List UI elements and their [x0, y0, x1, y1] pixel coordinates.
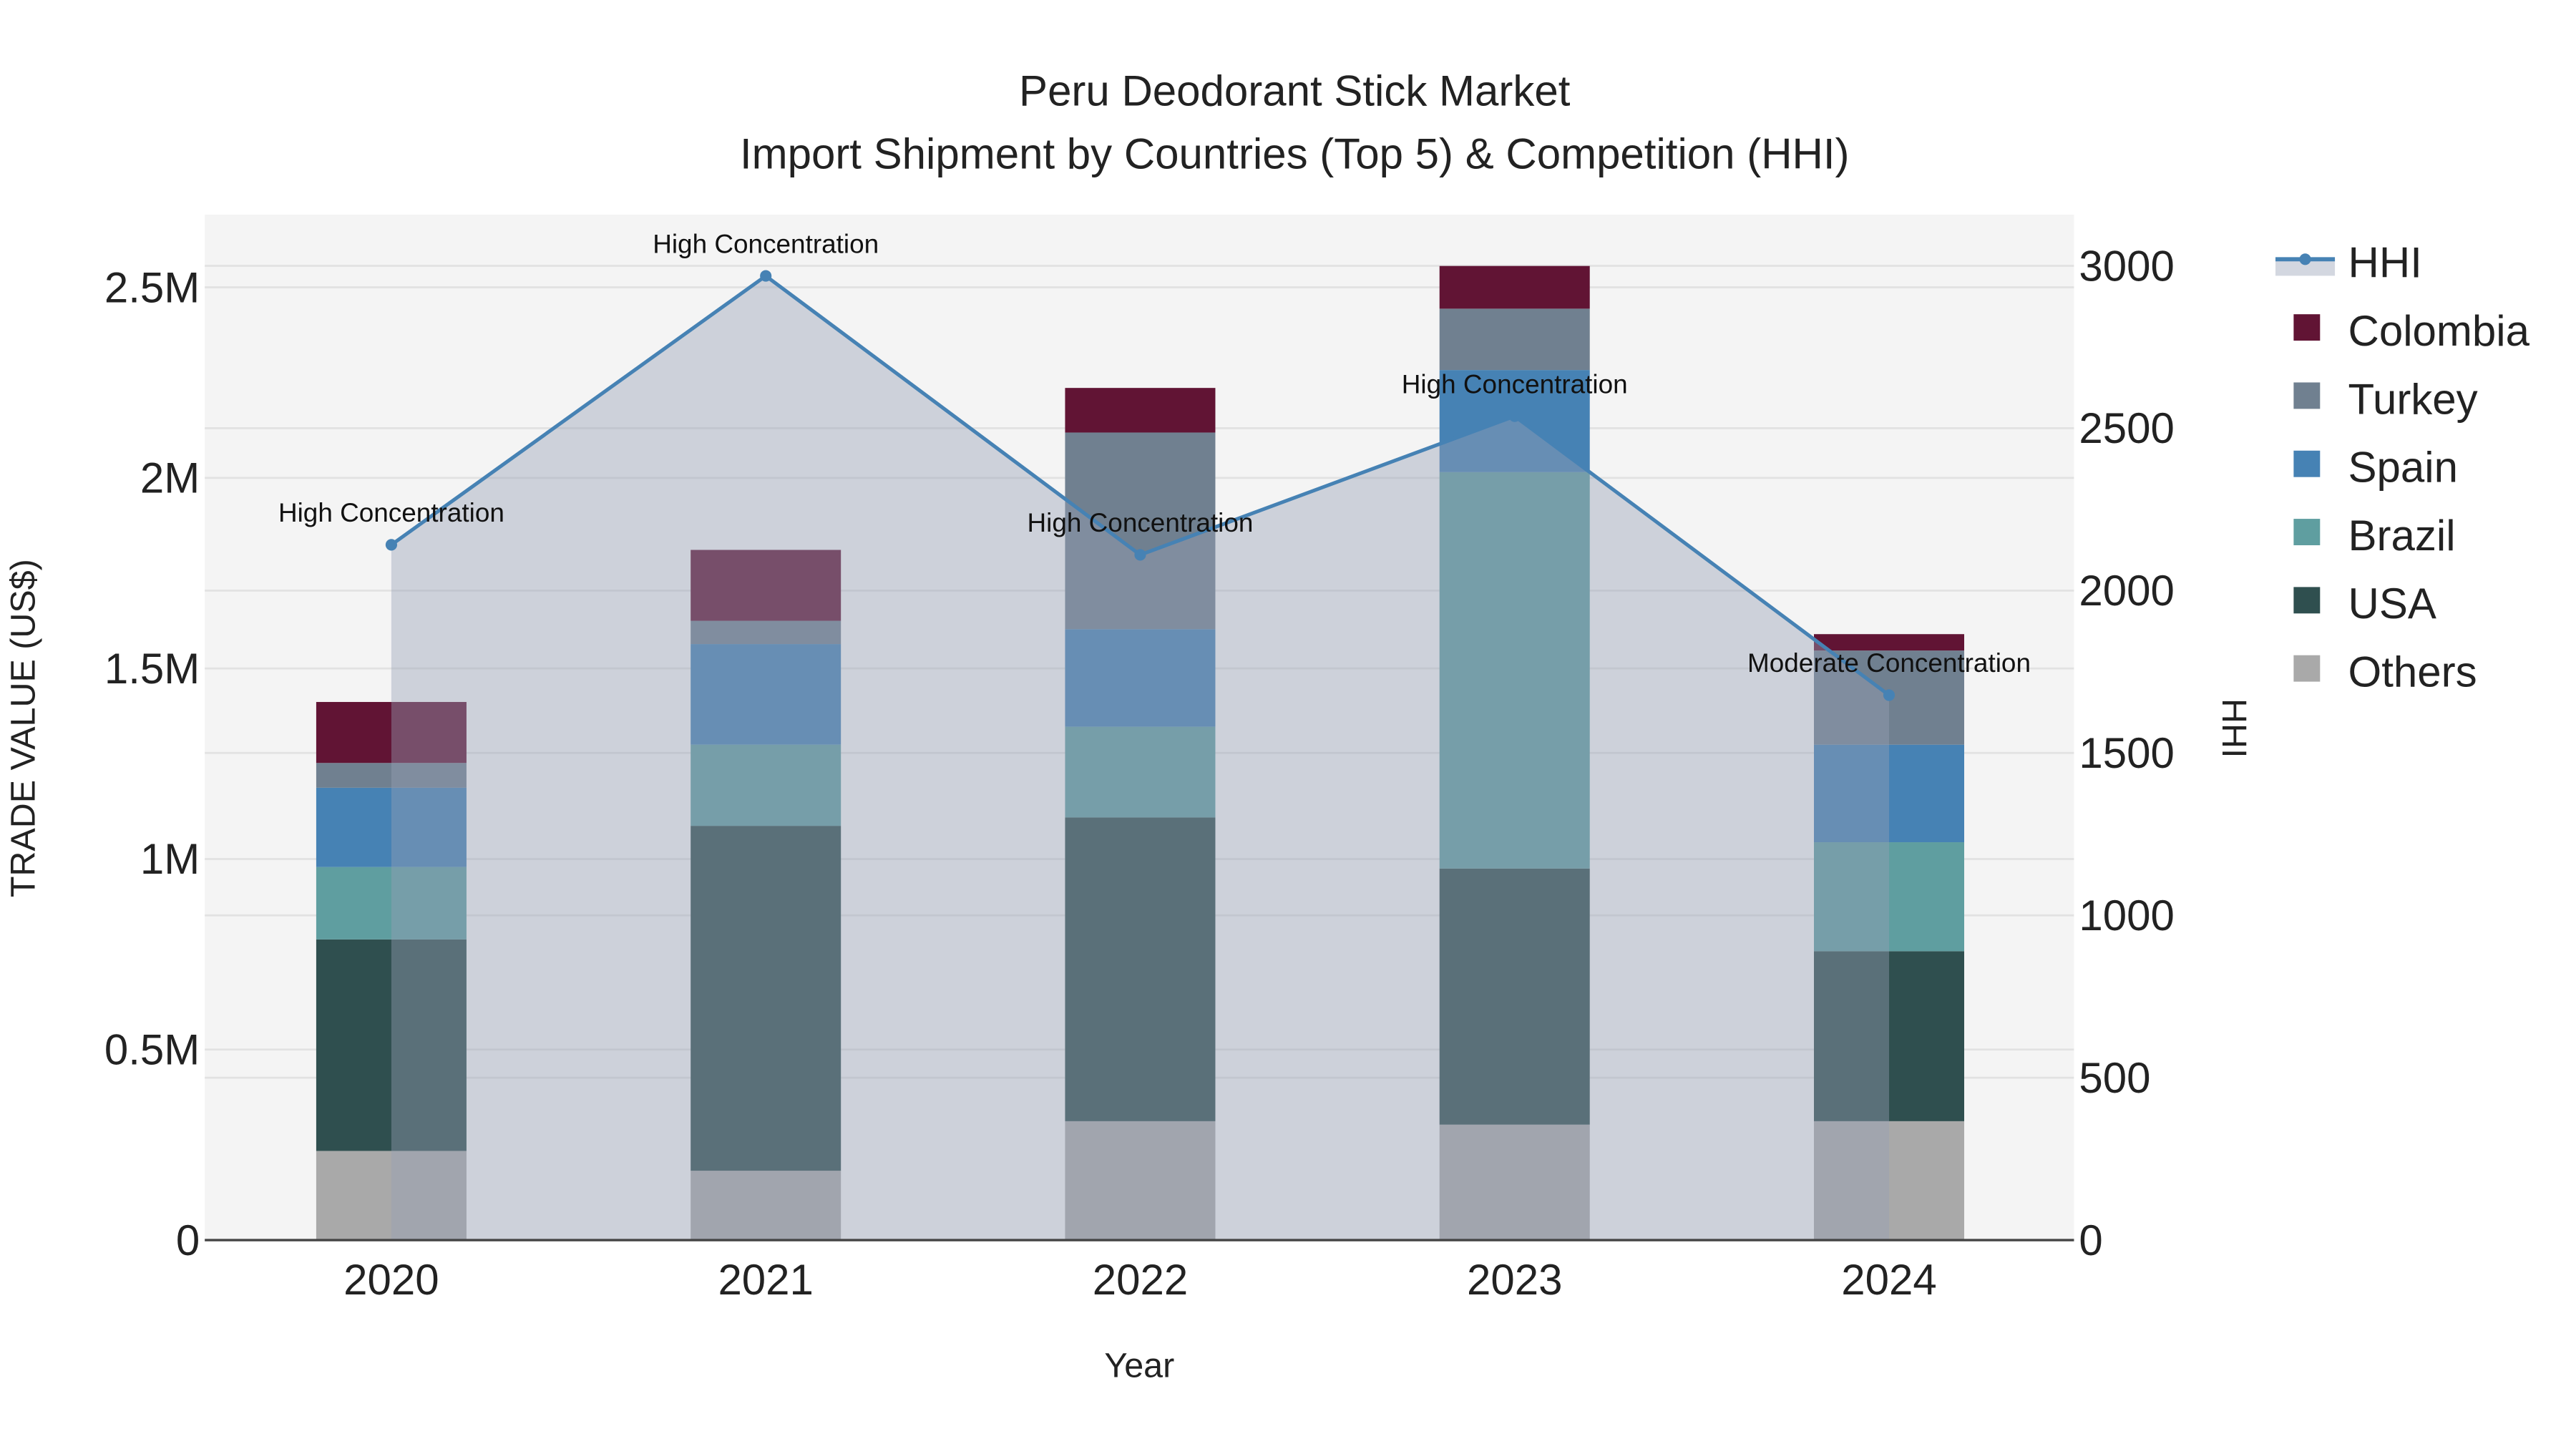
legend-label-brazil: Brazil [2348, 512, 2456, 560]
y2-tick-label: 1000 [2079, 892, 2174, 940]
x-tick-label: 2023 [1467, 1256, 1562, 1304]
x-tick-label: 2024 [1841, 1256, 1936, 1304]
bar-turkey-2023 [1439, 308, 1590, 371]
hhi-point-2023 [1508, 410, 1521, 422]
hhi-point-2024 [1883, 689, 1896, 701]
y2-axis-title: HHI [2215, 698, 2253, 758]
hhi-annotation: High Concentration [653, 229, 879, 258]
y-tick-label: 2.5M [104, 263, 200, 311]
y-axis-title: TRADE VALUE (US$) [4, 559, 42, 897]
hhi-point-2021 [760, 270, 772, 282]
legend-label-colombia: Colombia [2348, 307, 2530, 355]
legend-label-turkey: Turkey [2348, 375, 2478, 423]
legend-label-usa: USA [2348, 580, 2436, 628]
x-axis-title: Year [1104, 1347, 1174, 1385]
hhi-annotation: High Concentration [1027, 508, 1253, 537]
y2-tick-label: 2500 [2079, 404, 2174, 452]
y-tick-label: 1.5M [104, 645, 200, 693]
hhi-annotation: High Concentration [1402, 369, 1628, 399]
legend-swatch-brazil [2293, 519, 2321, 545]
y2-tick-label: 2000 [2079, 567, 2174, 615]
legend-swatch-usa [2293, 587, 2321, 614]
legend-swatch-spain [2293, 450, 2321, 477]
hhi-annotation: Moderate Concentration [1747, 648, 2031, 678]
legend-swatch-hhi-marker [2299, 253, 2311, 265]
y-tick-label: 0.5M [104, 1026, 200, 1074]
legend-label-spain: Spain [2348, 444, 2458, 492]
chart: 0 0.5M 1M 1.5M 2M 2.5M 0 500 1000 1500 2000 2500 300… [0, 0, 2576, 1449]
y-tick-label: 0 [176, 1216, 200, 1264]
legend-swatch-others [2293, 655, 2321, 682]
hhi-annotation: High Concentration [278, 498, 504, 527]
hhi-point-2020 [385, 539, 397, 551]
bar-colombia-2022 [1065, 388, 1216, 433]
hhi-point-2022 [1134, 549, 1146, 561]
legend-label-hhi: HHI [2348, 239, 2422, 287]
x-tick-label: 2020 [343, 1256, 439, 1304]
chart-title: Peru Deodorant Stick Market [1019, 67, 1571, 115]
chart-subtitle: Import Shipment by Countries (Top 5) & C… [740, 130, 1850, 177]
x-tick-label: 2021 [718, 1256, 813, 1304]
y2-tick-label: 3000 [2079, 242, 2174, 290]
bar-colombia-2023 [1439, 265, 1590, 309]
legend-label-others: Others [2348, 648, 2477, 696]
legend-swatch-turkey [2293, 382, 2321, 409]
x-tick-label: 2022 [1093, 1256, 1188, 1304]
y-tick-label: 1M [140, 835, 200, 883]
y2-tick-label: 0 [2079, 1216, 2102, 1264]
y2-tick-label: 500 [2079, 1054, 2150, 1102]
legend-swatch-colombia [2293, 314, 2321, 341]
y2-tick-label: 1500 [2079, 729, 2174, 777]
y-tick-label: 2M [140, 454, 200, 502]
